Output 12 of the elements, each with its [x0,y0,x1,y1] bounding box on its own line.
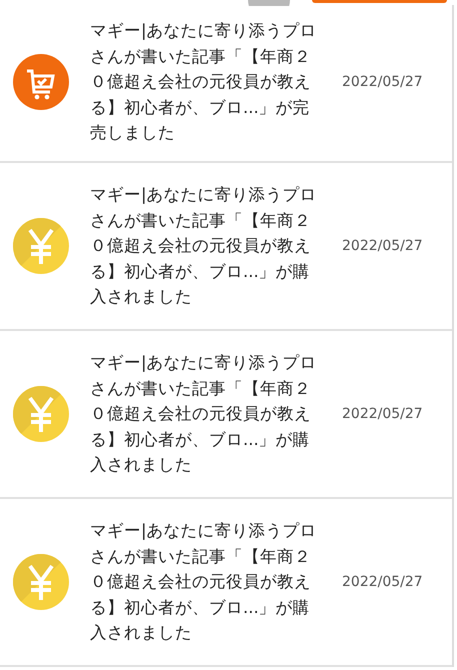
notification-date: 2022/05/27 [342,574,423,590]
notification-message: マギー|あなたに寄り添うプロさんが書いた記事「【年商２０億超え会社の元役員が教える】初心者が、ブロ...」が購入されました [90,352,318,476]
notification-message: マギー|あなたに寄り添うプロさんが書いた記事「【年商２０億超え会社の元役員が教える】初心者が、ブロ...」が購入されました [90,184,318,308]
notification-message: マギー|あなたに寄り添うプロさんが書いた記事「【年商２０億超え会社の元役員が教える】初心者が、ブロ...」が完売しました [90,20,318,144]
notification-date: 2022/05/27 [342,238,423,254]
yen-icon [13,218,69,274]
notification-message: マギー|あなたに寄り添うプロさんが書いた記事「【年商２０億超え会社の元役員が教える】初心者が、ブロ...」が購入されました [90,520,318,644]
yen-icon [13,386,69,442]
notification-date: 2022/05/27 [342,74,423,90]
cart-icon [13,54,69,110]
notification-date: 2022/05/27 [342,406,423,422]
yen-icon [13,554,69,610]
